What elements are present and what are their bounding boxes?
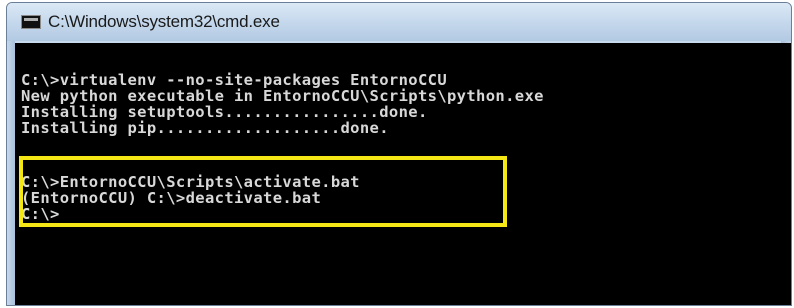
console-output[interactable]: C:\>virtualenv --no-site-packages Entorn… — [15, 43, 791, 305]
console-line: Installing pip...................done. — [21, 119, 389, 137]
window-left-frame — [7, 41, 15, 305]
console-line: C:\>virtualenv --no-site-packages Entorn… — [21, 71, 447, 89]
console-line: Installing setuptools................don… — [21, 103, 428, 121]
cmd-console-icon[interactable] — [21, 15, 41, 29]
title-bar[interactable]: C:\Windows\system32\cmd.exe — [7, 3, 791, 41]
highlight-box — [19, 156, 507, 227]
cmd-window: C:\Windows\system32\cmd.exe C:\>virtuale… — [6, 2, 792, 306]
console-line: New python executable in EntornoCCU\Scri… — [21, 87, 544, 105]
window-title: C:\Windows\system32\cmd.exe — [48, 12, 280, 31]
